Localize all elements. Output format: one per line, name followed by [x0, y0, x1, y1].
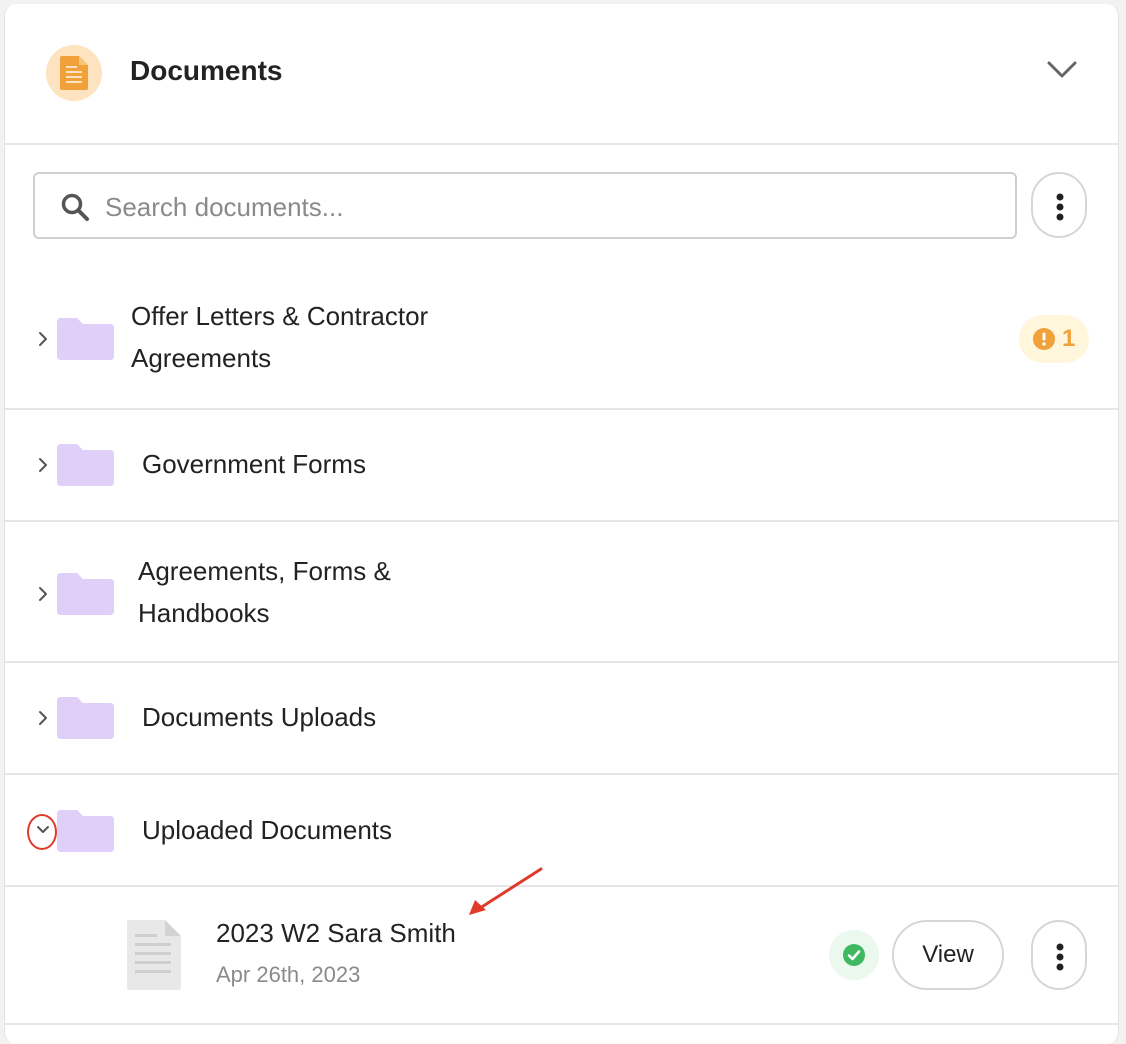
- search-icon: [61, 193, 89, 221]
- folder-row-government-forms[interactable]: Government Forms: [5, 410, 1118, 522]
- file-icon: [127, 920, 181, 990]
- card-header[interactable]: Documents: [5, 4, 1118, 145]
- warning-icon: [1033, 328, 1055, 350]
- check-circle-icon: [843, 944, 865, 966]
- warning-badge: 1: [1019, 315, 1089, 363]
- document-date: Apr 26th, 2023: [216, 962, 361, 987]
- folder-label: Handbooks: [138, 598, 270, 628]
- chevron-down-icon[interactable]: [1047, 61, 1077, 84]
- folder-label: Offer Letters & Contractor: [131, 301, 429, 331]
- folder-row-agreements-forms[interactable]: Agreements, Forms & Handbooks: [5, 522, 1118, 663]
- annotation-circle: [27, 814, 57, 850]
- folder-label: Agreements: [131, 343, 272, 373]
- folder-icon: [57, 444, 114, 486]
- badge-count: 1: [1062, 325, 1076, 352]
- view-button[interactable]: View: [892, 920, 1004, 990]
- search-input[interactable]: [103, 184, 987, 230]
- chevron-right-icon[interactable]: [38, 586, 48, 602]
- folder-row-uploaded-documents[interactable]: Uploaded Documents: [5, 775, 1118, 887]
- folder-row-offer-letters[interactable]: Offer Letters & Contractor Agreements: [5, 266, 1118, 410]
- folder-label: Agreements, Forms &: [138, 556, 391, 586]
- search-box[interactable]: [33, 172, 1017, 239]
- more-options-button[interactable]: [1031, 172, 1087, 238]
- kebab-icon: [1056, 943, 1064, 971]
- documents-card: Documents Offer Letters & Contractor A: [4, 4, 1119, 1044]
- kebab-icon: [1056, 193, 1064, 221]
- folder-icon: [57, 697, 114, 739]
- folder-icon: [57, 318, 114, 360]
- document-more-options-button[interactable]: [1031, 920, 1087, 990]
- folder-label: Government Forms: [142, 449, 366, 479]
- folder-icon: [57, 573, 114, 615]
- folder-label: Documents Uploads: [142, 702, 377, 732]
- page-title: Documents: [130, 55, 283, 86]
- folder-label: Uploaded Documents: [142, 815, 393, 845]
- document-icon: [46, 45, 102, 101]
- chevron-right-icon[interactable]: [38, 331, 48, 347]
- folder-row-documents-uploads[interactable]: Documents Uploads: [5, 663, 1118, 775]
- document-title[interactable]: 2023 W2 Sara Smith: [216, 918, 456, 949]
- chevron-right-icon[interactable]: [38, 710, 48, 726]
- folder-icon: [57, 810, 114, 852]
- status-badge: [829, 930, 879, 980]
- chevron-right-icon[interactable]: [38, 457, 48, 473]
